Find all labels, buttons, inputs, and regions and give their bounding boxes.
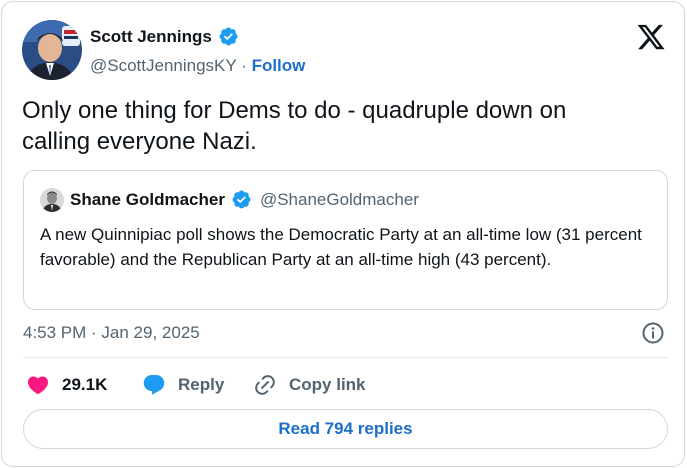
author-handle[interactable]: @ScottJenningsKY xyxy=(90,56,236,75)
like-count: 29.1K xyxy=(62,375,108,394)
quoted-verified-badge-icon xyxy=(232,190,251,209)
copy-link-label: Copy link xyxy=(289,375,366,394)
quoted-author-name: Shane Goldmacher xyxy=(70,189,225,209)
quoted-author-handle: @ShaneGoldmacher xyxy=(259,189,419,209)
like-button[interactable]: 29.1K xyxy=(26,371,107,399)
quoted-tweet-text: A new Quinnipiac poll shows the Democrat… xyxy=(40,225,642,269)
speech-bubble-icon xyxy=(143,375,165,395)
copy-link-button[interactable]: Copy link xyxy=(253,371,366,399)
author-name-text[interactable]: Scott Jennings xyxy=(90,27,212,47)
quoted-tweet[interactable]: Shane Goldmacher @ShaneGoldmacher A new … xyxy=(23,170,668,310)
tweet-timestamp[interactable]: 4:53 PM · Jan 29, 2025 xyxy=(23,323,200,343)
read-replies-button[interactable]: Read 794 replies xyxy=(23,409,668,449)
tweet-text: Only one thing for Dems to do - quadrupl… xyxy=(22,97,567,155)
author-handle-row: @ScottJenningsKY · Follow xyxy=(90,56,305,76)
quoted-author-row: Shane Goldmacher @ShaneGoldmacher xyxy=(70,189,419,210)
read-replies-label: Read 794 replies xyxy=(278,419,413,438)
follow-button[interactable]: Follow xyxy=(252,56,306,75)
quoted-author-avatar xyxy=(40,188,64,212)
tweet-card: Scott Jennings @ScottJenningsKY · Follow… xyxy=(1,1,685,467)
handle-separator: · xyxy=(241,56,247,75)
heart-icon xyxy=(27,376,49,395)
x-logo-icon[interactable] xyxy=(636,22,666,52)
verified-badge-icon xyxy=(219,27,238,46)
link-icon xyxy=(255,375,275,395)
author-name[interactable]: Scott Jennings xyxy=(90,26,239,47)
reply-label: Reply xyxy=(178,375,225,394)
info-icon[interactable] xyxy=(641,321,665,345)
divider xyxy=(23,357,668,358)
author-avatar[interactable] xyxy=(22,20,82,80)
reply-button[interactable]: Reply xyxy=(142,371,224,399)
